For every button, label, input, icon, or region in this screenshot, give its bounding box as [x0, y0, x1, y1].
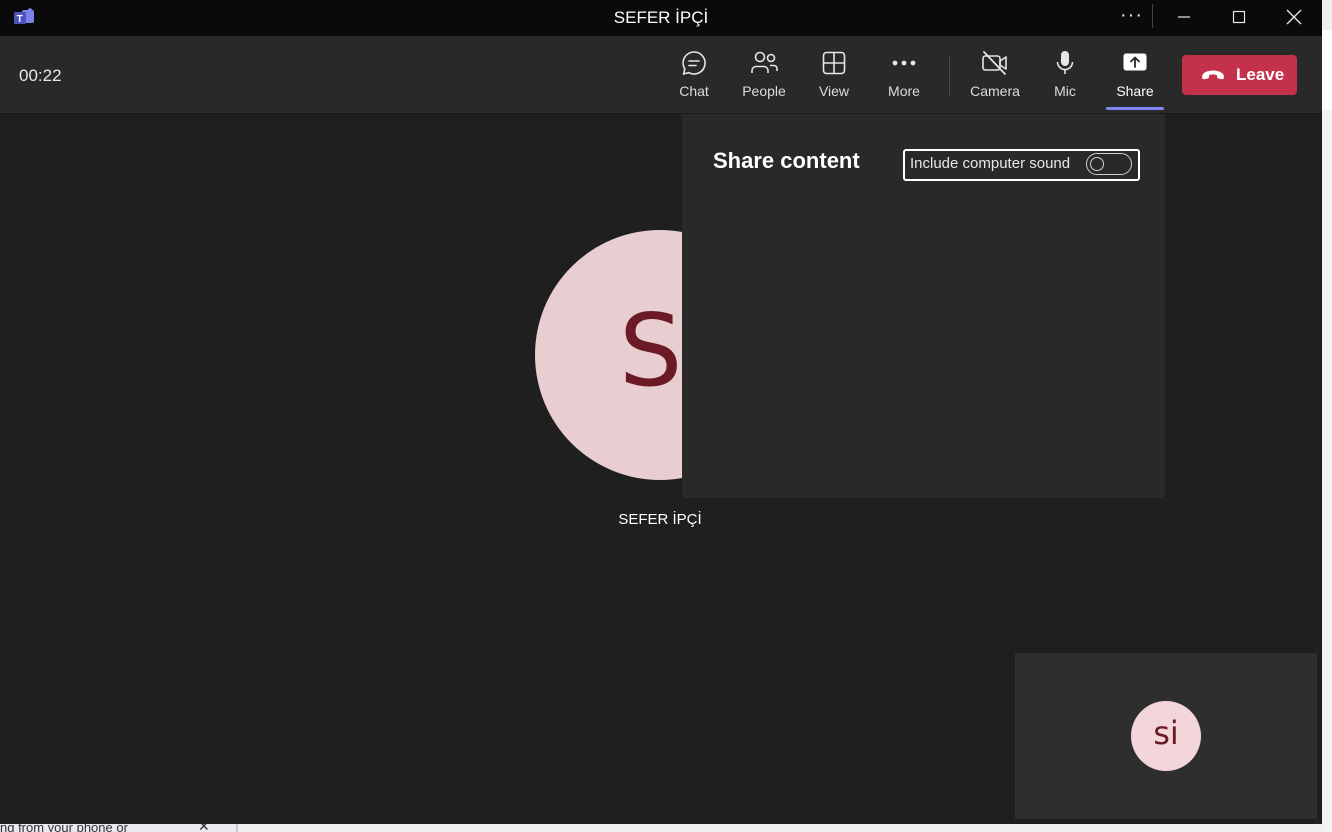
hang-up-icon	[1202, 70, 1224, 80]
background-window-edge	[1322, 30, 1332, 110]
grid-view-icon	[822, 51, 846, 75]
self-avatar: si	[1131, 701, 1201, 771]
share-panel-title: Share content	[713, 148, 860, 173]
share-label: Share	[1116, 83, 1154, 99]
share-active-indicator	[1106, 107, 1164, 110]
chat-label: Chat	[679, 83, 709, 99]
camera-button[interactable]: Camera	[965, 49, 1025, 109]
toolbar-divider	[949, 56, 950, 96]
mic-button[interactable]: Mic	[1035, 49, 1095, 109]
close-window-icon[interactable]	[1282, 6, 1306, 28]
mic-label: Mic	[1054, 83, 1076, 99]
share-content-panel: Share content Include computer sound	[682, 114, 1165, 498]
people-button[interactable]: People	[734, 49, 794, 109]
leave-button[interactable]: Leave	[1182, 55, 1297, 95]
title-divider	[1152, 4, 1153, 28]
more-button[interactable]: More	[874, 49, 934, 109]
title-bar: T SEFER İPÇİ ···	[0, 0, 1322, 37]
more-options-icon[interactable]: ···	[1120, 4, 1143, 27]
more-label: More	[888, 83, 920, 99]
view-button[interactable]: View	[804, 49, 864, 109]
include-computer-sound-label: Include computer sound	[910, 155, 1071, 172]
minimize-icon[interactable]	[1172, 6, 1196, 28]
include-computer-sound-toggle[interactable]: Include computer sound	[903, 149, 1140, 181]
view-label: View	[818, 83, 850, 99]
microphone-icon	[1056, 51, 1074, 74]
camera-label: Camera	[970, 83, 1020, 99]
maximize-icon[interactable]	[1227, 6, 1251, 28]
people-label: People	[742, 83, 786, 99]
chat-icon	[682, 51, 706, 75]
background-window-edge-lower	[1322, 110, 1332, 832]
share-tray-icon	[1123, 53, 1147, 71]
leave-label: Leave	[1236, 65, 1285, 84]
people-icon	[751, 51, 778, 73]
ellipsis-icon	[892, 60, 916, 66]
meeting-timer: 00:22	[19, 66, 62, 85]
toggle-knob	[1090, 157, 1104, 171]
self-initials: si	[1153, 714, 1179, 752]
teams-meeting-window: T SEFER İPÇİ ··· 00:22 Chat People View …	[0, 0, 1322, 824]
meeting-toolbar: 00:22 Chat People View More Camera Mic S…	[0, 37, 1322, 114]
participant-name: SEFER İPÇİ	[618, 511, 702, 528]
toggle-switch[interactable]	[1086, 153, 1132, 175]
camera-off-icon	[982, 51, 1007, 75]
self-view-tile[interactable]: si	[1015, 653, 1317, 819]
chat-button[interactable]: Chat	[664, 49, 724, 109]
share-button[interactable]: Share	[1105, 49, 1165, 109]
